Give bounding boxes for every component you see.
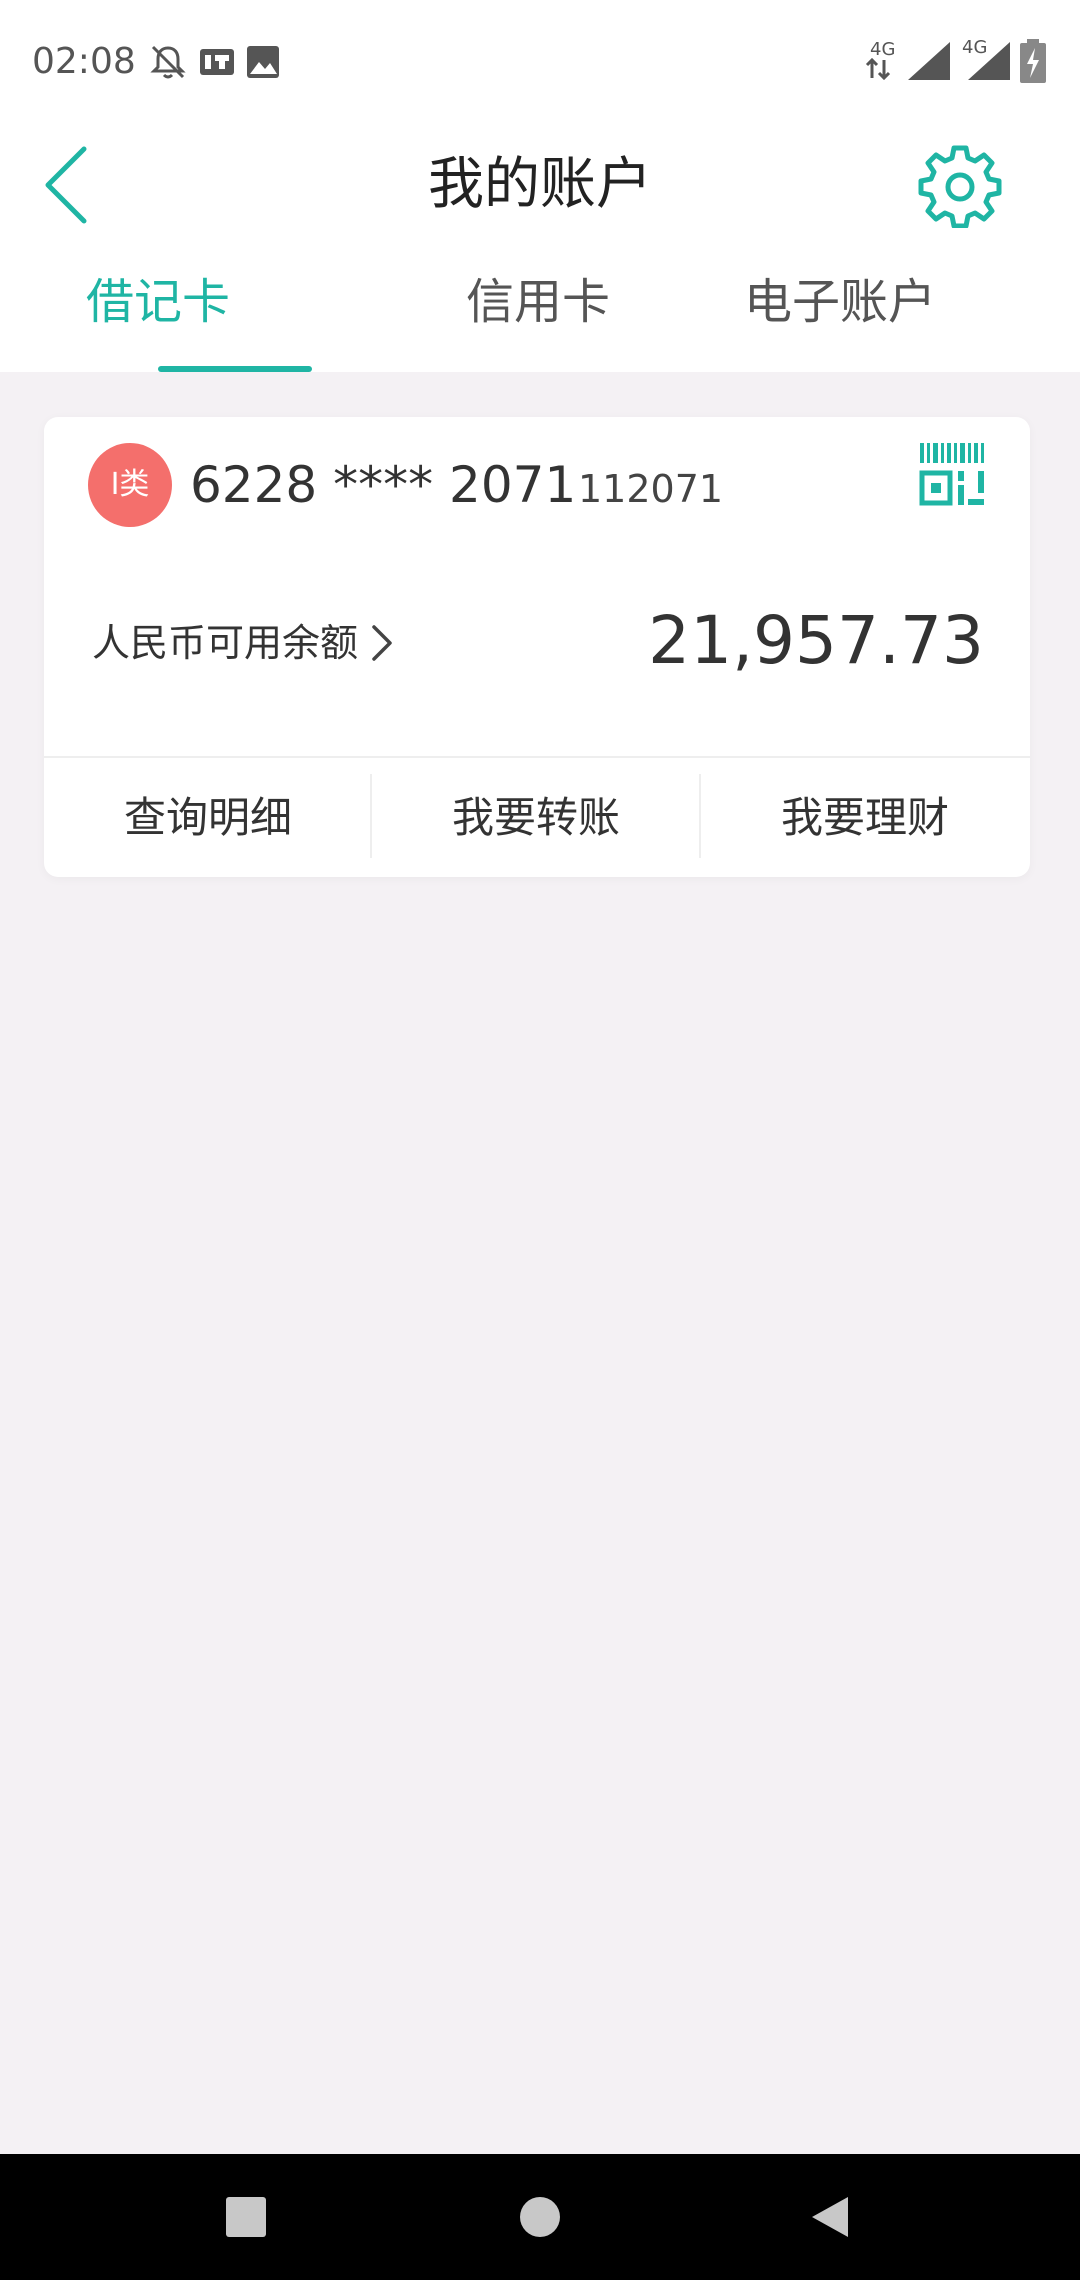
status-time: 02:08 <box>32 41 136 82</box>
balance-detail-link[interactable]: 人民币可用余额 <box>92 613 396 673</box>
tab-indicator <box>158 366 312 372</box>
wealth-management-button[interactable]: 我要理财 <box>701 758 1029 877</box>
system-nav-bar <box>0 2154 1080 2280</box>
home-icon <box>520 2197 560 2237</box>
signal-icon <box>908 42 950 80</box>
barcode-qr-icon <box>919 443 984 506</box>
gear-icon <box>918 145 1002 228</box>
tab-debit-card[interactable]: 借记卡 <box>85 250 385 372</box>
card-class-badge: I类 <box>88 443 172 527</box>
view-details-button[interactable]: 查询明细 <box>44 758 372 877</box>
card-actions: 查询明细 我要转账 我要理财 <box>44 758 1030 877</box>
balance-amount: 21,957.73 <box>648 602 984 679</box>
notification-icon <box>200 49 234 75</box>
transfer-button[interactable]: 我要转账 <box>372 758 700 877</box>
tab-bar: 借记卡 信用卡 电子账户 <box>0 250 1080 372</box>
header: 我的账户 <box>0 120 1080 250</box>
recent-apps-icon <box>226 2197 266 2237</box>
tab-e-account[interactable]: 电子账户 <box>690 250 990 372</box>
card-suffix: 112071 <box>578 467 724 511</box>
bell-off-icon <box>150 45 186 79</box>
balance-label: 人民币可用余额 <box>92 621 359 665</box>
settings-button[interactable] <box>910 120 1010 250</box>
back-nav-button[interactable] <box>792 2179 868 2255</box>
status-bar: 02:08 4G 4G <box>0 0 1080 120</box>
signal-icon <box>968 42 1010 80</box>
account-card[interactable]: I类 6228 **** 2071 112071 人民币可用余额 21,957.… <box>44 417 1030 877</box>
back-icon <box>812 2197 848 2237</box>
recent-apps-button[interactable] <box>208 2179 284 2255</box>
image-icon <box>247 46 279 78</box>
chevron-right-icon <box>372 625 392 661</box>
card-qr-button[interactable] <box>918 441 986 509</box>
tab-credit-card[interactable]: 信用卡 <box>388 250 688 372</box>
battery-charging-icon <box>1020 39 1046 83</box>
network-type-label: 4G <box>870 39 896 60</box>
card-number: 6228 **** 2071 <box>190 456 577 514</box>
tab-label: 借记卡 <box>85 274 230 330</box>
data-arrows-icon <box>865 58 891 80</box>
home-button[interactable] <box>502 2179 578 2255</box>
